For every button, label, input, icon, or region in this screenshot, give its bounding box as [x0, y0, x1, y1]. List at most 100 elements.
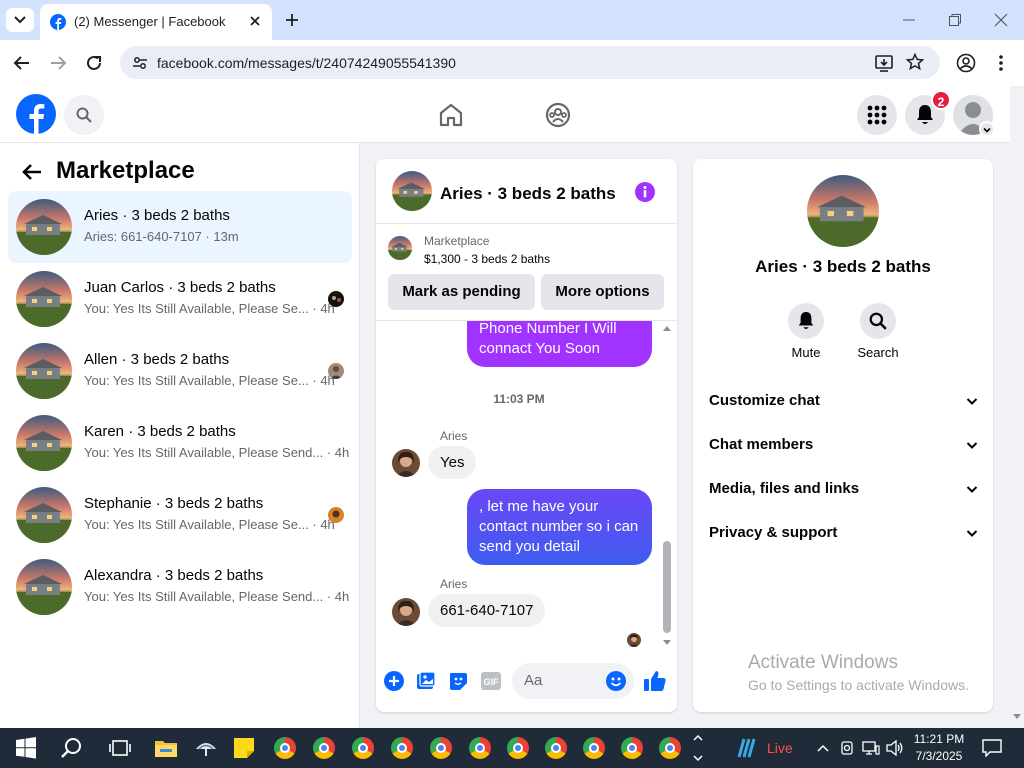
- menu-button[interactable]: [857, 95, 897, 135]
- conversation-item[interactable]: Karen · 3 beds 2 baths You: Yes Its Stil…: [8, 407, 352, 479]
- close-tab-icon[interactable]: [248, 14, 262, 28]
- task-view-icon[interactable]: [108, 736, 132, 760]
- chrome-taskbar-icon[interactable]: [351, 728, 375, 768]
- camera-icon[interactable]: [839, 740, 855, 756]
- chrome-taskbar-icon[interactable]: [468, 728, 492, 768]
- restore-icon[interactable]: [948, 13, 962, 27]
- customize-chat-row[interactable]: Customize chat: [709, 392, 979, 416]
- message-list[interactable]: Phone Number I Will connact You Soon 11:…: [376, 321, 677, 653]
- browser-tab[interactable]: (2) Messenger | Facebook: [40, 4, 272, 40]
- forward-icon[interactable]: [49, 54, 67, 72]
- privacy-support-row[interactable]: Privacy & support: [709, 524, 979, 548]
- address-bar[interactable]: facebook.com/messages/t/2407424905554139…: [120, 46, 940, 79]
- more-options-button[interactable]: More options: [541, 274, 664, 310]
- chrome-taskbar-icon[interactable]: [658, 728, 682, 768]
- conversation-item[interactable]: Juan Carlos · 3 beds 2 baths You: Yes It…: [8, 263, 352, 335]
- back-arrow-icon[interactable]: [21, 162, 43, 182]
- chrome-taskbar-icon[interactable]: [312, 728, 336, 768]
- scroll-down-icon[interactable]: [663, 640, 671, 646]
- search-icon[interactable]: [60, 736, 84, 760]
- svg-text:GIF: GIF: [484, 677, 500, 687]
- scroll-down-icon[interactable]: [1013, 714, 1021, 720]
- notification-center-icon[interactable]: [982, 739, 1002, 757]
- media-files-links-row[interactable]: Media, files and links: [709, 480, 979, 504]
- conversation-item[interactable]: Allen · 3 beds 2 baths You: Yes Its Stil…: [8, 335, 352, 407]
- facebook-logo-icon[interactable]: [16, 94, 56, 134]
- product-thumbnail[interactable]: [388, 236, 412, 260]
- conversation-item[interactable]: Stephanie · 3 beds 2 baths You: Yes Its …: [8, 479, 352, 551]
- message-input[interactable]: Aa: [512, 663, 634, 699]
- profile-icon[interactable]: [956, 53, 976, 73]
- info-icon[interactable]: [634, 181, 656, 203]
- scrollbar[interactable]: [661, 321, 673, 653]
- chat-title[interactable]: Aries · 3 beds 2 baths: [440, 184, 616, 204]
- mark-pending-button[interactable]: Mark as pending: [388, 274, 535, 310]
- received-message[interactable]: 661-640-7107: [428, 594, 546, 627]
- search-button[interactable]: [64, 95, 104, 135]
- network-icon[interactable]: [862, 740, 880, 756]
- minimize-icon[interactable]: [902, 14, 916, 26]
- gif-icon[interactable]: GIF: [480, 671, 502, 691]
- listing-photo: [16, 343, 72, 399]
- chrome-taskbar-icon[interactable]: [582, 728, 606, 768]
- site-info-icon[interactable]: [132, 55, 148, 71]
- notifications-button[interactable]: 2: [905, 90, 951, 135]
- chrome-taskbar-icon[interactable]: [544, 728, 568, 768]
- chevron-down-icon: [966, 442, 978, 449]
- chat-header: Aries · 3 beds 2 baths: [376, 159, 677, 224]
- sticky-notes-icon[interactable]: [232, 736, 256, 760]
- thumbs-up-icon[interactable]: [643, 669, 667, 693]
- mute-button[interactable]: Mute: [781, 303, 829, 363]
- back-icon[interactable]: [13, 54, 31, 72]
- new-tab-icon[interactable]: [284, 12, 300, 28]
- close-window-icon[interactable]: [994, 13, 1008, 27]
- chrome-icon: [545, 737, 567, 759]
- sent-message[interactable]: Phone Number I Will connact You Soon: [467, 321, 652, 367]
- clock-date[interactable]: 7/3/2025: [912, 749, 966, 763]
- scrollbar-thumb[interactable]: [663, 541, 671, 633]
- details-avatar[interactable]: [807, 175, 879, 247]
- file-explorer-icon[interactable]: [154, 736, 178, 760]
- bookmark-star-icon[interactable]: [906, 53, 924, 71]
- chrome-icon: [274, 737, 296, 759]
- groups-icon[interactable]: [545, 102, 571, 128]
- volume-icon[interactable]: [886, 740, 904, 756]
- scroll-up-icon[interactable]: [663, 325, 671, 331]
- tab-search-button[interactable]: [6, 8, 34, 32]
- sender-avatar[interactable]: [392, 449, 420, 477]
- photo-icon[interactable]: [416, 671, 436, 691]
- chat-members-row[interactable]: Chat members: [709, 436, 979, 460]
- received-message[interactable]: Yes: [428, 446, 477, 479]
- browser-menu-icon[interactable]: [993, 53, 1009, 73]
- live-stream-icon[interactable]: [735, 737, 759, 759]
- plus-icon[interactable]: [384, 671, 404, 691]
- sticker-icon[interactable]: [448, 671, 468, 691]
- live-label[interactable]: Live: [767, 740, 793, 756]
- conversation-item[interactable]: Alexandra · 3 beds 2 baths You: Yes Its …: [8, 551, 352, 623]
- sender-avatar[interactable]: [392, 598, 420, 626]
- taskbar-overflow-icon[interactable]: [693, 732, 703, 764]
- chrome-taskbar-icon[interactable]: [506, 728, 530, 768]
- chevron-up-icon[interactable]: [816, 742, 830, 754]
- clock-time[interactable]: 11:21 PM: [912, 732, 966, 746]
- chrome-taskbar-icon[interactable]: [429, 728, 453, 768]
- reload-icon[interactable]: [85, 54, 103, 72]
- page-scrollbar[interactable]: [1010, 86, 1024, 728]
- home-icon[interactable]: [438, 102, 464, 128]
- sent-message[interactable]: , let me have your contact number so i c…: [467, 489, 652, 565]
- app-umbrella-icon[interactable]: [194, 736, 218, 760]
- account-dropdown-button[interactable]: [979, 121, 995, 137]
- chrome-taskbar-icon[interactable]: [390, 728, 414, 768]
- search-in-chat-button[interactable]: Search: [853, 303, 903, 363]
- chat-avatar[interactable]: [392, 171, 432, 211]
- windows-start-icon[interactable]: [14, 736, 38, 760]
- chrome-taskbar-icon[interactable]: [620, 728, 644, 768]
- product-description[interactable]: $1,300 - 3 beds 2 baths: [424, 252, 550, 266]
- seen-avatar: [328, 363, 344, 379]
- install-app-icon[interactable]: [874, 53, 894, 73]
- chrome-taskbar-icon[interactable]: [273, 728, 297, 768]
- bell-icon: [798, 312, 814, 330]
- marketplace-sidebar: Marketplace Aries · 3 beds 2 baths Aries…: [0, 143, 360, 728]
- emoji-icon[interactable]: [605, 670, 627, 692]
- conversation-item[interactable]: Aries · 3 beds 2 baths Aries: 661-640-71…: [8, 191, 352, 263]
